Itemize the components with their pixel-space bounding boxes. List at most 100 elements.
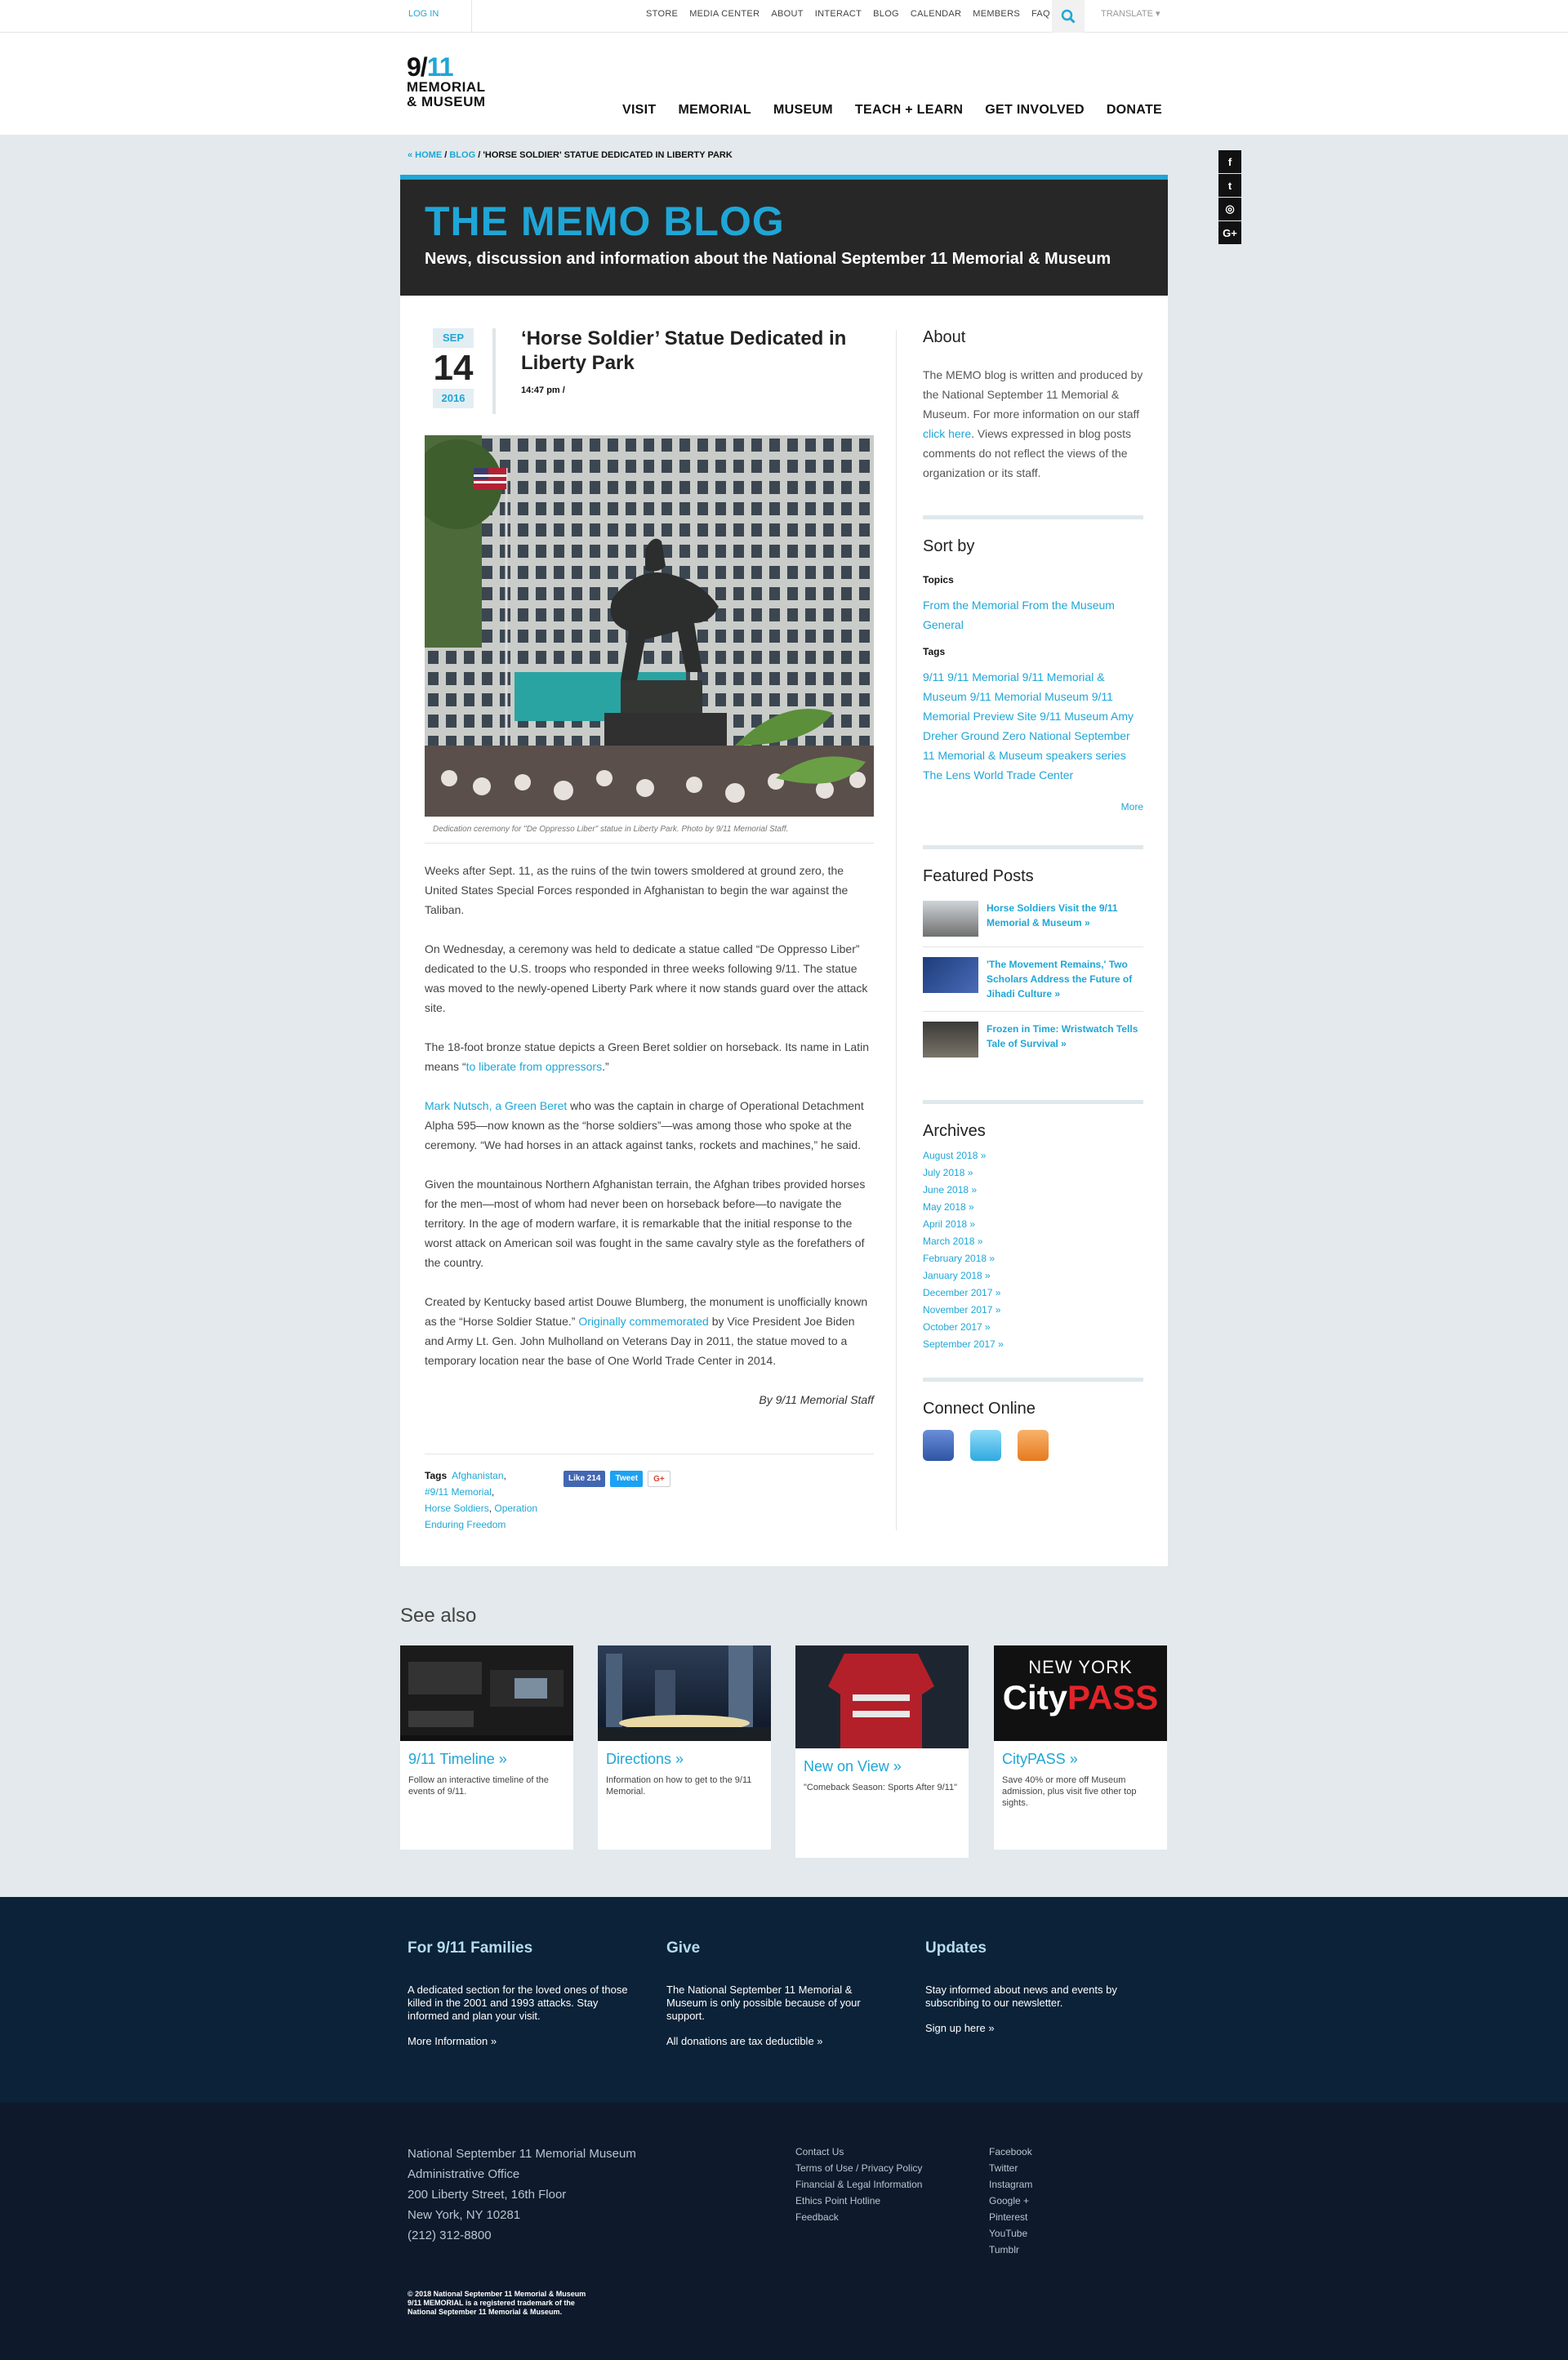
contact-link[interactable]: Contact Us <box>795 2144 922 2160</box>
citypass-logo-text: City <box>1002 1678 1068 1717</box>
faq-link[interactable]: FAQ <box>1031 0 1050 33</box>
tile-title[interactable]: CityPASS » <box>994 1741 1167 1774</box>
nav-donate[interactable]: DONATE <box>1107 103 1162 118</box>
search-icon <box>1061 9 1076 24</box>
store-link[interactable]: STORE <box>646 0 678 33</box>
facebook-icon[interactable] <box>923 1430 954 1461</box>
address-line: National September 11 Memorial Museum <box>408 2147 636 2161</box>
featured-post-title[interactable]: Horse Soldiers Visit the 9/11 Memorial &… <box>987 901 1143 937</box>
tag-link[interactable]: #9/11 Memorial <box>425 1486 492 1498</box>
topics-label: Topics <box>923 574 954 586</box>
financial-link[interactable]: Financial & Legal Information <box>795 2176 922 2193</box>
facebook-icon[interactable]: f <box>1218 150 1241 173</box>
archive-link[interactable]: April 2018 » <box>923 1216 1143 1233</box>
tag-link[interactable]: Afghanistan <box>452 1470 503 1481</box>
give-text: The National September 11 Memorial & Mus… <box>666 1984 861 2022</box>
updates-text: Stay informed about news and events by s… <box>925 1984 1117 2009</box>
article-photo <box>425 435 874 817</box>
about-link[interactable]: ABOUT <box>771 0 803 33</box>
liberate-link[interactable]: to liberate from oppressors <box>466 1060 603 1073</box>
archive-link[interactable]: October 2017 » <box>923 1319 1143 1336</box>
archive-link[interactable]: January 2018 » <box>923 1267 1143 1285</box>
facebook-like-button[interactable]: Like 214 <box>564 1471 606 1487</box>
instagram-link[interactable]: Instagram <box>989 2176 1032 2193</box>
tile-title[interactable]: New on View » <box>795 1748 969 1782</box>
connect-heading: Connect Online <box>923 1400 1036 1418</box>
twitter-link[interactable]: Twitter <box>989 2160 1032 2176</box>
instagram-icon[interactable]: ◎ <box>1218 198 1241 220</box>
twitter-icon[interactable] <box>970 1430 1001 1461</box>
copyright-line: 9/11 MEMORIAL is a registered trademark … <box>408 2299 575 2307</box>
youtube-link[interactable]: YouTube <box>989 2225 1032 2242</box>
featured-post-title[interactable]: 'The Movement Remains,' Two Scholars Add… <box>987 957 1143 1001</box>
paragraph-text: .” <box>602 1060 609 1073</box>
google-plus-button[interactable]: G+ <box>648 1471 670 1487</box>
interact-link[interactable]: INTERACT <box>815 0 862 33</box>
give-link[interactable]: All donations are tax deductible » <box>666 2035 823 2047</box>
tile-title[interactable]: 9/11 Timeline » <box>400 1741 573 1774</box>
tumblr-link[interactable]: Tumblr <box>989 2242 1032 2258</box>
google-plus-link[interactable]: Google + <box>989 2193 1032 2209</box>
featured-post[interactable]: 'The Movement Remains,' Two Scholars Add… <box>923 947 1143 1012</box>
nav-museum[interactable]: MUSEUM <box>773 103 833 118</box>
archive-link[interactable]: December 2017 » <box>923 1285 1143 1302</box>
address-line: 200 Liberty Street, 16th Floor <box>408 2188 567 2202</box>
archive-link[interactable]: September 2017 » <box>923 1336 1143 1353</box>
footer-info-links: Contact Us Terms of Use / Privacy Policy… <box>795 2144 922 2225</box>
citypass-logo-text: NEW YORK <box>1028 1657 1133 1677</box>
topics-links[interactable]: From the Memorial From the Museum Genera… <box>923 595 1143 635</box>
breadcrumb-blog[interactable]: BLOG <box>449 150 475 160</box>
nav-get-involved[interactable]: GET INVOLVED <box>985 103 1085 118</box>
tweet-button[interactable]: Tweet <box>610 1471 644 1487</box>
translate-dropdown[interactable]: TRANSLATE ▾ <box>1101 0 1160 33</box>
calendar-link[interactable]: CALENDAR <box>911 0 961 33</box>
ethics-link[interactable]: Ethics Point Hotline <box>795 2193 922 2209</box>
media-center-link[interactable]: MEDIA CENTER <box>689 0 760 33</box>
rss-icon[interactable] <box>1018 1430 1049 1461</box>
article-paragraph: Mark Nutsch, a Green Beret who was the c… <box>425 1096 874 1155</box>
featured-post[interactable]: Frozen in Time: Wristwatch Tells Tale of… <box>923 1012 1143 1067</box>
archive-link[interactable]: June 2018 » <box>923 1182 1143 1199</box>
families-link[interactable]: More Information » <box>408 2035 497 2047</box>
see-also-tile[interactable]: New on View » "Comeback Season: Sports A… <box>795 1645 969 1858</box>
tile-title[interactable]: Directions » <box>598 1741 771 1774</box>
featured-thumbnail <box>923 1022 978 1058</box>
site-logo[interactable]: 9/11 MEMORIAL & MUSEUM <box>407 54 506 109</box>
tile-description: "Comeback Season: Sports After 9/11" <box>804 1783 957 1792</box>
signup-link[interactable]: Sign up here » <box>925 2022 995 2034</box>
mark-nutsch-link[interactable]: Mark Nutsch, a Green Beret <box>425 1099 567 1112</box>
feedback-link[interactable]: Feedback <box>795 2209 922 2225</box>
google-plus-icon[interactable]: G+ <box>1218 221 1241 244</box>
see-also-tile[interactable]: 9/11 Timeline » Follow an interactive ti… <box>400 1645 573 1850</box>
login-link[interactable]: LOG IN <box>408 0 473 33</box>
commemorated-link[interactable]: Originally commemorated <box>578 1315 709 1328</box>
facebook-link[interactable]: Facebook <box>989 2144 1032 2160</box>
archive-link[interactable]: February 2018 » <box>923 1250 1143 1267</box>
search-button[interactable] <box>1052 0 1085 33</box>
terms-link[interactable]: Terms of Use / Privacy Policy <box>795 2160 922 2176</box>
archive-link[interactable]: July 2018 » <box>923 1164 1143 1182</box>
tag-link[interactable]: Horse Soldiers <box>425 1503 489 1514</box>
members-link[interactable]: MEMBERS <box>973 0 1020 33</box>
archive-link[interactable]: March 2018 » <box>923 1233 1143 1250</box>
nav-visit[interactable]: VISIT <box>622 103 657 118</box>
archive-link[interactable]: May 2018 » <box>923 1199 1143 1216</box>
staff-link[interactable]: click here <box>923 427 971 440</box>
pinterest-link[interactable]: Pinterest <box>989 2209 1032 2225</box>
tags-links[interactable]: 9/11 9/11 Memorial 9/11 Memorial & Museu… <box>923 667 1143 785</box>
nav-memorial[interactable]: MEMORIAL <box>678 103 751 118</box>
see-also-tile[interactable]: Directions » Information on how to get t… <box>598 1645 771 1850</box>
more-link[interactable]: More <box>923 801 1143 813</box>
breadcrumb-home[interactable]: « HOME <box>408 150 442 160</box>
twitter-icon[interactable]: t <box>1218 174 1241 197</box>
featured-post-title[interactable]: Frozen in Time: Wristwatch Tells Tale of… <box>987 1022 1143 1058</box>
citypass-logo-text: PASS <box>1067 1678 1159 1717</box>
article-paragraph: Created by Kentucky based artist Douwe B… <box>425 1292 874 1370</box>
nav-teach-learn[interactable]: TEACH + LEARN <box>855 103 963 118</box>
see-also-tile[interactable]: NEW YORK CityPASS CityPASS » Save 40% or… <box>994 1645 1167 1850</box>
archive-link[interactable]: November 2017 » <box>923 1302 1143 1319</box>
logo-text: & MUSEUM <box>407 94 486 109</box>
featured-post[interactable]: Horse Soldiers Visit the 9/11 Memorial &… <box>923 891 1143 947</box>
archive-link[interactable]: August 2018 » <box>923 1147 1143 1164</box>
blog-link[interactable]: BLOG <box>873 0 899 33</box>
